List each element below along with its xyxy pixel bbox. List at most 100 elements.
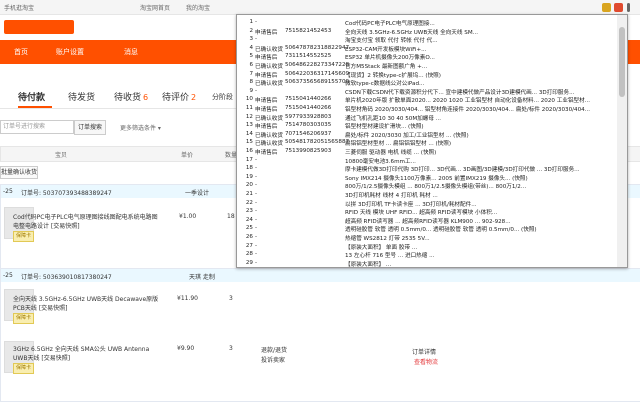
popup-order-row[interactable]: 29- 【原装大面积】 ... (237, 259, 607, 267)
order-date: -25 (3, 188, 13, 195)
complain-link[interactable]: 投诉卖家 (261, 355, 285, 364)
row-title: 铝型材角码 2020/3030/404... 铝型材角连接件 2020/3030… (345, 107, 591, 113)
tab-staged[interactable]: 分阶段 (212, 92, 233, 102)
row-title: 摩卡建模代做3D打印代购 3D打印... 3D代画... 3D画图/3D建模/3… (345, 167, 580, 174)
header-price: 单价 (181, 152, 194, 159)
more-filters-link[interactable]: 更多筛选条件 ▾ (120, 123, 161, 132)
product-title[interactable]: Cod代码PC电子PLC电气原理图接线图配电系统电路图电整电路设计 [交易快照]… (13, 213, 163, 242)
row-order-id: 505481782051565887 (285, 139, 350, 146)
product-title[interactable]: 全向天线 3.5GHz-6.5GHz UWB天线 Decawave原版PCB天线… (13, 295, 163, 324)
my-taobao-link[interactable]: 我的淘宝 (186, 3, 210, 12)
row-number: 6 (249, 62, 253, 68)
row-title: 全向天线 3.5GHz-6.5GHz UWB天线 全向天线 SM... (345, 29, 478, 36)
row-order-id: 7514780303035 (285, 122, 332, 129)
row-number: 27 (245, 242, 253, 249)
product-price: ¥1.00 (179, 213, 197, 220)
extension-order-popup[interactable]: 1- Cod代码PC电子PLC电气原理图接... 2 申请售后 751582145245… (236, 14, 628, 268)
row-title: 800万/1/2.5摄像头模组 ... 800万1/2.5摄像头模组(带丝)..… (345, 184, 527, 191)
row-title: 超高频 RFID读写器 ... 超高频RFID读写器 KLM900 ... 90… (345, 218, 511, 225)
row-number: 2 (249, 27, 253, 34)
row-status: - (255, 156, 258, 163)
taobao-logo[interactable] (4, 20, 74, 34)
tab-pending-payment[interactable]: 待付款 (18, 90, 45, 103)
row-status: 申请售后 (255, 55, 278, 62)
row-title: 官方M5Stack 最新图额广角 +... (345, 64, 428, 70)
nav-account-settings[interactable]: 账户设置 (56, 47, 84, 57)
batch-confirm-button[interactable]: 批量确认收货 (0, 166, 38, 179)
row-status: - (255, 208, 258, 215)
row-status: - (255, 199, 258, 206)
row-status: - (255, 36, 258, 43)
row-title: 铝型材型材建设扩滑块... (快照) (345, 124, 424, 131)
taobao-home-link[interactable]: 淘宝网首页 (140, 3, 170, 12)
tab-pending-shipment[interactable]: 待发货 (68, 90, 95, 103)
row-number: 19 (245, 173, 253, 180)
row-status: - (255, 259, 258, 266)
row-title: ESP32 单片机摄像头200万像素O... (345, 55, 435, 62)
order-search-input[interactable]: 订单号进行搜索 (0, 120, 74, 134)
popup-scrollbar[interactable] (617, 15, 627, 267)
row-status: 申请售后 (255, 29, 278, 36)
row-status: - (255, 182, 258, 189)
row-number: 15 (245, 139, 253, 146)
extension-icon[interactable] (602, 3, 611, 12)
order-header: -25 订单号: 503639010817380247 天琪 走制 (1, 269, 640, 282)
row-status: - (255, 251, 258, 258)
row-order-id: 7513990825903 (285, 148, 332, 154)
row-number: 9 (249, 87, 253, 94)
row-status: - (255, 225, 258, 232)
row-title: 热缩管 WS2812 灯带 2535 5V... (345, 236, 430, 242)
tab-pending-receipt[interactable]: 待收货 6 (114, 90, 148, 103)
row-number: 7 (249, 70, 253, 77)
row-title: Cod代码PC电子PLC电气原理图接... (345, 21, 435, 27)
menu-icon[interactable] (627, 3, 630, 12)
row-status: - (255, 242, 258, 249)
taobao-mobile-link[interactable]: 手机逛淘宝 (4, 3, 34, 12)
row-number: 29 (245, 259, 253, 266)
row-order-id: 7515821452453 (285, 27, 332, 34)
row-status: 已确认收货 (255, 46, 283, 53)
extension-icon[interactable] (614, 3, 623, 12)
row-status: 申请售后 (255, 98, 278, 105)
row-number: 14 (245, 130, 253, 137)
header-item: 宝贝 (55, 152, 68, 159)
product-qty: 18 (227, 213, 235, 220)
row-order-id: 7515041440266 (285, 105, 332, 111)
row-status: - (255, 165, 258, 172)
row-number: 23 (245, 208, 253, 215)
row-status: 已确认收货 (255, 141, 283, 148)
row-status: 申请售后 (255, 124, 278, 131)
row-order-id: 5977933928803 (285, 113, 332, 120)
row-number: 20 (245, 182, 253, 189)
order-search-button[interactable]: 订单搜索 (74, 120, 106, 135)
view-logistics-link[interactable]: 查看物流 (414, 357, 438, 366)
row-title: 3D打印机耗材 线材 4 打印机 耗材 ... (345, 193, 438, 199)
row-number: 3 (249, 36, 253, 43)
nav-home[interactable]: 首页 (14, 47, 28, 57)
row-number: 16 (245, 148, 253, 154)
row-order-id: 506486228273347228 (285, 62, 350, 68)
row-title: 微软type-c数据线公对公iPad... (345, 81, 425, 88)
row-number: 5 (249, 53, 253, 60)
order-detail-link[interactable]: 订单详情 (412, 347, 436, 356)
row-title: 以拼 3D打印机 TF卡读卡座 ... 3D打印机/耗材配件... (345, 201, 477, 208)
row-number: 11 (245, 105, 253, 111)
row-title: 10800毫安电池3.6mm工... (345, 158, 416, 165)
row-title: 扁铝铝型材型材 ... 扁铝铝铝型材 ... (快照) (345, 141, 452, 148)
product-title[interactable]: 3GHz 6.5GHz 全向天线 SMA公头 UWB Antenna UWB天线… (13, 345, 163, 374)
row-number: 17 (245, 156, 253, 163)
row-number: 12 (245, 113, 253, 120)
nav-messages[interactable]: 消息 (124, 47, 138, 57)
row-status: 已确认收货 (255, 64, 283, 70)
refund-link[interactable]: 退款/退货 (261, 345, 287, 354)
pending-review-count: 2 (191, 93, 197, 102)
product-qty: 3 (229, 345, 233, 352)
row-order-id: 506422036317145609 (285, 70, 350, 77)
shop-name[interactable]: 一季设计 (185, 188, 209, 197)
tab-pending-review[interactable]: 待评价 2 (162, 90, 196, 103)
row-status: - (255, 216, 258, 223)
shop-name[interactable]: 天琪 走制 (189, 272, 215, 281)
row-status: - (255, 87, 258, 94)
popup-scroll-thumb[interactable] (619, 27, 625, 97)
product-price: ¥9.90 (177, 345, 195, 352)
